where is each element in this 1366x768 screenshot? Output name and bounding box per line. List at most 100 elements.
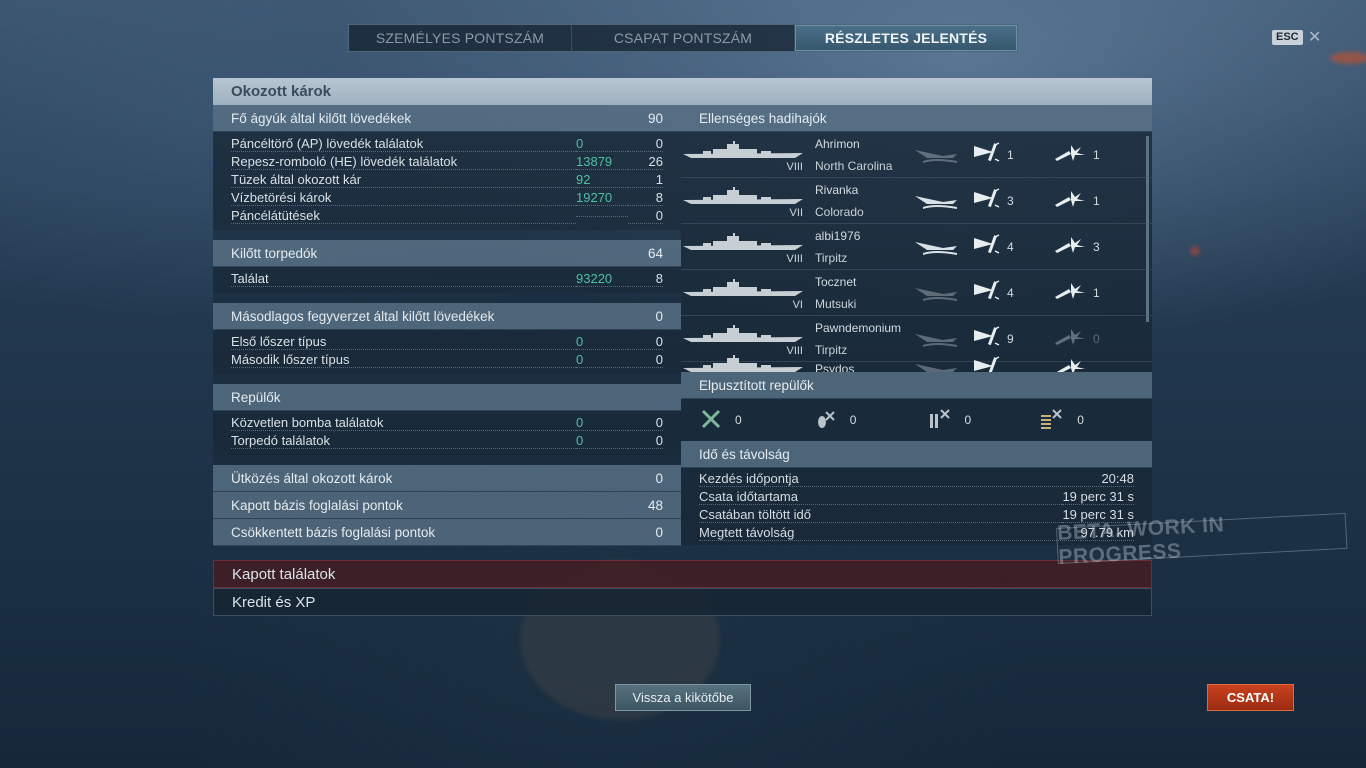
- capture-value: 48: [647, 497, 663, 513]
- torpedo-hit-icon: [1053, 187, 1087, 214]
- stat-row: Vízbetörési károk 19270 8: [213, 189, 681, 207]
- enemy-player-name: Rivanka: [815, 182, 859, 197]
- time-label: Kezdés időpontja: [699, 471, 1102, 487]
- ship-sunk-icon: [901, 358, 971, 373]
- enemy-player-name: Tocznet: [815, 274, 857, 289]
- enemy-ships-label: Ellenséges hadihajók: [699, 110, 827, 126]
- time-value: 19 perc 31 s: [1062, 489, 1134, 505]
- torpedoes-value: 64: [647, 245, 663, 261]
- torpedo-bomber-icon: [927, 408, 951, 433]
- stat-count: 0: [628, 433, 663, 449]
- enemy-ship-row: VII Rivanka Colorado 3 1: [681, 178, 1152, 224]
- destroyed-plane-stat: 0: [701, 409, 814, 432]
- background-glow: [1330, 52, 1366, 64]
- enemy-ship-name: North Carolina: [815, 158, 893, 173]
- ramming-row: Ütközés által okozott károk 0: [213, 465, 681, 492]
- enemy-ship-row: VIII albi1976 Tirpitz 4 3: [681, 224, 1152, 270]
- main-guns-label: Fő ágyúk által kilőtt lövedékek: [231, 110, 412, 126]
- stat-label: Páncéltörő (AP) lövedék találatok: [231, 136, 576, 152]
- ship-tier: VI: [792, 298, 803, 311]
- tab-team-score[interactable]: CSAPAT PONTSZÁM: [572, 25, 795, 51]
- section-gap: [213, 230, 681, 240]
- shell-hits-stat: [971, 355, 1053, 372]
- stat-row: Tüzek által okozott kár 92 1: [213, 171, 681, 189]
- torpedo-hits-count: 0: [1093, 331, 1100, 346]
- defense-value: 0: [655, 524, 663, 540]
- stat-label: Második lőszer típus: [231, 352, 576, 368]
- stat-row: Közvetlen bomba találatok 0 0: [213, 414, 681, 432]
- ship-names: Psydos: [805, 358, 901, 373]
- beta-watermark: BETA. WORK IN PROGRESS: [1056, 512, 1348, 569]
- shell-hits-count: 4: [1007, 285, 1014, 300]
- ship-sunk-icon: [901, 236, 971, 258]
- torpedo-hit-icon: [1053, 325, 1087, 352]
- time-row: Kezdés időpontja 20:48: [681, 470, 1152, 488]
- stat-damage: 92: [576, 172, 628, 188]
- tab-detailed-report[interactable]: RÉSZLETES JELENTÉS: [795, 25, 1017, 51]
- received-hits-bar[interactable]: Kapott találatok: [213, 560, 1152, 588]
- stat-label: Közvetlen bomba találatok: [231, 415, 576, 431]
- stat-label: Páncélátütések: [231, 208, 576, 224]
- destroyed-plane-count: 0: [1077, 413, 1084, 427]
- ship-silhouette-icon: VII: [681, 178, 805, 224]
- shell-hit-icon: [971, 187, 1001, 214]
- destroyed-plane-stat: 0: [1039, 408, 1152, 433]
- stat-count: 0: [628, 415, 663, 431]
- defense-label: Csökkentett bázis foglalási pontok: [231, 524, 436, 540]
- ship-tier: VII: [789, 206, 803, 219]
- tab-personal-score[interactable]: SZEMÉLYES PONTSZÁM: [349, 25, 572, 51]
- stat-row: Páncélátütések 0: [213, 207, 681, 225]
- time-label: Megtett távolság: [699, 525, 1081, 541]
- stat-row: Első lőszer típus 0 0: [213, 333, 681, 351]
- enemy-player-name: Ahrimon: [815, 136, 860, 151]
- scout-plane-icon: [1039, 408, 1063, 433]
- main-guns-header: Fő ágyúk által kilőtt lövedékek 90: [213, 105, 681, 132]
- shell-hits-stat: 4: [971, 233, 1053, 260]
- shell-hit-icon: [971, 355, 1001, 372]
- fighter-icon: [701, 409, 721, 432]
- stat-count: 8: [628, 190, 663, 206]
- destroyed-plane-count: 0: [964, 413, 972, 427]
- enemy-ships-header: Ellenséges hadihajók: [681, 105, 1152, 132]
- time-label: Csata időtartama: [699, 489, 1063, 505]
- planes-section-header: Repülők: [213, 384, 681, 411]
- section-gap: [213, 293, 681, 303]
- stat-row: Repesz-romboló (HE) lövedék találatok 138…: [213, 153, 681, 171]
- stat-row: Torpedó találatok 0 0: [213, 432, 681, 450]
- ship-silhouette-icon: [681, 346, 805, 373]
- ship-sunk-icon: [901, 282, 971, 304]
- ship-silhouette-icon: VI: [681, 270, 805, 316]
- torpedo-hit-icon: [1053, 279, 1087, 306]
- credits-xp-bar[interactable]: Kredit és XP: [213, 588, 1152, 616]
- stat-count: 26: [628, 154, 663, 170]
- ship-names: Tocznet Mutsuki: [805, 271, 901, 315]
- report-tabs: SZEMÉLYES PONTSZÁM CSAPAT PONTSZÁM RÉSZL…: [348, 24, 1018, 52]
- esc-key-hint[interactable]: ESC: [1272, 30, 1303, 45]
- stat-count: 0: [628, 208, 663, 224]
- battle-button[interactable]: CSATA!: [1207, 684, 1294, 711]
- shell-hits-stat: 1: [971, 141, 1053, 168]
- destroyed-planes-row: 0 0 0 0: [681, 399, 1152, 441]
- destroyed-plane-stat: 0: [814, 409, 927, 432]
- enemy-ship-name: Tirpitz: [815, 250, 848, 265]
- destroyed-plane-count: 0: [849, 413, 857, 427]
- stat-damage: 0: [576, 415, 628, 431]
- stat-damage: 0: [576, 334, 628, 350]
- ramming-value: 0: [655, 470, 663, 486]
- stat-label: Torpedó találatok: [231, 433, 576, 449]
- back-to-port-button[interactable]: Vissza a kikötőbe: [615, 684, 751, 711]
- ship-silhouette-icon: VIII: [681, 132, 805, 178]
- ship-tier: VIII: [786, 160, 803, 173]
- torpedo-hits-count: 1: [1093, 285, 1100, 300]
- destroyed-planes-label: Elpusztított repülők: [699, 377, 814, 393]
- close-icon[interactable]: ✕: [1308, 27, 1321, 47]
- shell-hits-count: 9: [1007, 331, 1014, 346]
- torpedo-hits-count: 1: [1093, 193, 1100, 208]
- shell-hits-stat: 9: [971, 325, 1053, 352]
- enemies-column: Ellenséges hadihajók VIII Ahrimon North Ca…: [681, 105, 1152, 546]
- enemy-ships-list[interactable]: VIII Ahrimon North Carolina 1 1 VII Rivanka Col…: [681, 132, 1152, 372]
- time-value: 20:48: [1101, 471, 1134, 487]
- stat-count: 0: [628, 136, 663, 152]
- torpedo-hit-icon: [1053, 233, 1087, 260]
- bomber-icon: [814, 409, 836, 432]
